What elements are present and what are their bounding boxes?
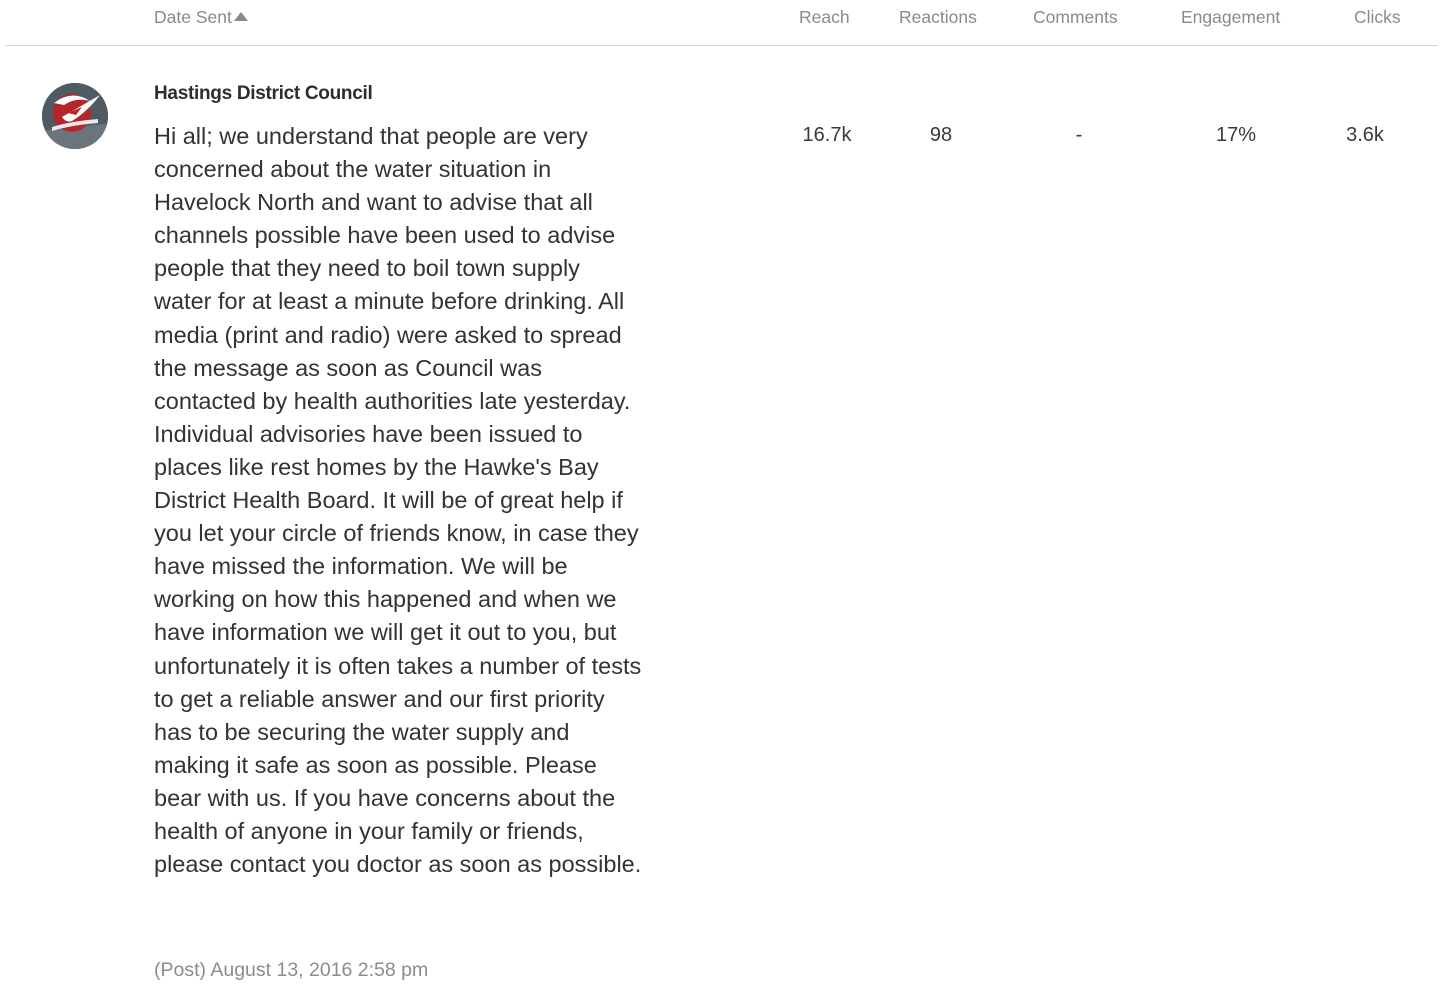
column-header-engagement[interactable]: Engagement [1181,6,1280,28]
metric-comments: - [1075,124,1083,146]
column-header-comments[interactable]: Comments [1033,6,1118,28]
council-logo-icon [42,83,108,149]
metric-reactions: 98 [929,124,953,146]
column-header-reach[interactable]: Reach [799,6,850,28]
post-message: Hi all; we understand that people are ve… [154,123,642,878]
column-header-date-sent[interactable]: Date Sent [154,6,248,28]
table-header: Date Sent Reach Reactions Comments Engag… [0,0,1448,46]
post-author[interactable]: Hastings District Council [154,83,373,105]
table-row[interactable]: Hastings District Council Hi all; we und… [0,46,1448,989]
metric-reach: 16.7k [802,124,852,146]
sort-ascending-icon [233,12,248,21]
column-header-label: Date Sent [154,7,232,27]
metric-clicks: 3.6k [1346,124,1384,146]
post-timestamp: (Post) August 13, 2016 2:58 pm [154,959,429,981]
column-header-clicks[interactable]: Clicks [1354,6,1401,28]
column-header-reactions[interactable]: Reactions [899,6,977,28]
analytics-table: Date Sent Reach Reactions Comments Engag… [0,0,1448,989]
metric-engagement: 17% [1215,124,1257,146]
